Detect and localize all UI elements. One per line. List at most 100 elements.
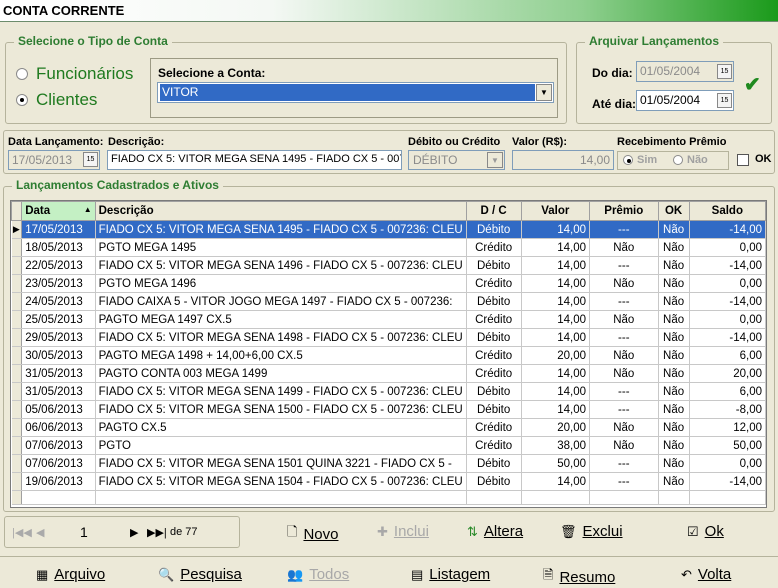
cell-premio: --- <box>589 292 659 311</box>
cell-descricao: PAGTO CONTA 003 MEGA 1499 <box>95 364 467 383</box>
table-row[interactable]: 29/05/2013 FIADO CX 5: VITOR MEGA SENA 14… <box>11 328 766 347</box>
chevron-down-icon[interactable]: ▼ <box>487 152 503 168</box>
volta-button[interactable]: ↶ Volta <box>681 566 731 583</box>
table-row[interactable]: 25/05/2013 PAGTO MEGA 1497 CX.5 Crédito 14,… <box>11 310 766 329</box>
last-record-icon[interactable]: ▶▶| <box>147 526 167 539</box>
cell-premio: --- <box>589 454 659 473</box>
table-row[interactable]: 18/05/2013 PGTO MEGA 1495 Crédito 14,00 Não N… <box>11 238 766 257</box>
pesquisa-button[interactable]: 🔍 Pesquisa <box>158 566 242 583</box>
row-indicator <box>11 256 23 275</box>
row-indicator <box>11 238 23 257</box>
confirm-check-icon[interactable]: ✔ <box>744 72 761 97</box>
cell-premio: --- <box>589 220 659 239</box>
row-indicator <box>11 310 23 329</box>
table-row[interactable]: 23/05/2013 PGTO MEGA 1496 Crédito 14,00 Não N… <box>11 274 766 293</box>
table-body: ▶ 17/05/2013 FIADO CX 5: VITOR MEGA SENA 1… <box>11 220 766 505</box>
table-row[interactable]: 31/05/2013 FIADO CX 5: VITOR MEGA SENA 14… <box>11 382 766 401</box>
cell-dc: Débito <box>466 256 522 275</box>
calendar-icon[interactable]: 15 <box>717 64 732 79</box>
cell-descricao: PAGTO MEGA 1497 CX.5 <box>95 310 467 329</box>
valor-field[interactable]: 14,00 <box>512 150 614 170</box>
todos-button[interactable]: 👥 Todos <box>287 566 349 583</box>
cell-dc: Débito <box>466 454 522 473</box>
descricao-field[interactable]: FIADO CX 5: VITOR MEGA SENA 1495 - FIADO… <box>107 150 402 170</box>
row-indicator <box>11 472 23 491</box>
table-row[interactable]: 22/05/2013 FIADO CX 5: VITOR MEGA SENA 14… <box>11 256 766 275</box>
header-premio[interactable]: Prêmio <box>589 201 659 221</box>
cell-ok: Não <box>658 436 690 455</box>
table-row[interactable]: 30/05/2013 PAGTO MEGA 1498 + 14,00+6,00 C… <box>11 346 766 365</box>
cell-data: 29/05/2013 <box>21 328 96 347</box>
arquivo-button[interactable]: ▦ Arquivo <box>36 566 105 583</box>
exclui-button[interactable]: 🗑 Exclui <box>560 523 623 540</box>
prev-record-icon[interactable]: ◀ <box>36 526 44 539</box>
row-indicator <box>11 346 23 365</box>
valor-label: Valor (R$): <box>512 136 568 148</box>
conta-select[interactable]: VITOR ▼ <box>157 82 554 103</box>
header-dc[interactable]: D / C <box>465 201 522 221</box>
search-icon: 🔍 <box>158 566 175 582</box>
ok-checkbox[interactable] <box>737 154 749 166</box>
radio-premio-nao[interactable]: Não <box>673 154 708 166</box>
cell-ok: Não <box>658 472 690 491</box>
cell-ok: Não <box>658 220 690 239</box>
table-row[interactable]: 24/05/2013 FIADO CAIXA 5 - VITOR JOGO MEG… <box>11 292 766 311</box>
table-row[interactable]: 07/06/2013 PGTO Crédito 38,00 Não Não 50,00 <box>11 436 766 455</box>
table-row[interactable]: 06/06/2013 PAGTO CX.5 Crédito 20,00 Não Não 12… <box>11 418 766 437</box>
row-indicator <box>11 292 23 311</box>
cell-premio: Não <box>589 418 659 437</box>
listagem-button[interactable]: ▤ Listagem <box>411 566 490 583</box>
cell-saldo: 0,00 <box>689 274 766 293</box>
cell-valor: 14,00 <box>521 274 591 293</box>
radio-label-nao: Não <box>687 154 708 166</box>
calendar-icon[interactable]: 15 <box>83 152 98 167</box>
cell-valor: 38,00 <box>521 436 591 455</box>
cell-ok: Não <box>658 274 690 293</box>
debito-credito-select[interactable]: DÉBITO ▼ <box>408 150 505 170</box>
cell-valor: 14,00 <box>521 364 591 383</box>
calendar-icon[interactable]: 15 <box>717 93 732 108</box>
row-indicator <box>11 436 23 455</box>
cell-data: 22/05/2013 <box>21 256 96 275</box>
radio-premio-sim[interactable]: Sim <box>623 154 657 166</box>
lancamentos-grid[interactable]: Data ▲ Descrição D / C Valor Prêmio OK Sa… <box>10 200 767 508</box>
altera-button[interactable]: ⇅ Altera <box>467 523 523 540</box>
table-row[interactable]: 05/06/2013 FIADO CX 5: VITOR MEGA SENA 15… <box>11 400 766 419</box>
cell-valor: 14,00 <box>521 220 591 239</box>
cell-data: 31/05/2013 <box>21 382 96 401</box>
radio-funcionarios[interactable]: Funcionários <box>16 64 133 84</box>
cell-valor: 20,00 <box>521 418 591 437</box>
debito-credito-value: DÉBITO <box>413 153 458 167</box>
ok-button[interactable]: ☑ Ok <box>687 523 724 540</box>
cell-ok: Não <box>658 310 690 329</box>
cell-ok: Não <box>658 400 690 419</box>
cell-ok: Não <box>658 346 690 365</box>
header-descricao[interactable]: Descrição <box>94 201 467 221</box>
header-data[interactable]: Data ▲ <box>21 201 96 221</box>
tipo-conta-legend: Selecione o Tipo de Conta <box>14 34 172 48</box>
cell-valor: 14,00 <box>521 328 591 347</box>
novo-button[interactable]: 🗋 Novo <box>287 523 338 545</box>
table-row[interactable]: 07/06/2013 FIADO CX 5: VITOR MEGA SENA 15… <box>11 454 766 473</box>
resumo-button[interactable]: 🗎 Resumo <box>543 566 615 588</box>
first-record-icon[interactable]: |◀◀ <box>12 526 32 539</box>
table-row[interactable]: 31/05/2013 PAGTO CONTA 003 MEGA 1499 Crédi… <box>11 364 766 383</box>
document-icon: 🗎 <box>543 567 554 582</box>
header-saldo[interactable]: Saldo <box>688 201 766 221</box>
table-row[interactable]: ▶ 17/05/2013 FIADO CX 5: VITOR MEGA SENA 1… <box>11 220 766 239</box>
header-ok[interactable]: OK <box>657 201 690 221</box>
cell-saldo: 20,00 <box>689 364 766 383</box>
page-number: 1 <box>80 524 88 540</box>
empty-row <box>11 490 766 505</box>
header-valor[interactable]: Valor <box>520 201 591 221</box>
inclui-button[interactable]: ✚ Inclui <box>377 523 429 540</box>
chevron-down-icon[interactable]: ▼ <box>536 84 552 101</box>
page-total: de 77 <box>170 526 198 538</box>
table-row[interactable]: 19/06/2013 FIADO CX 5: VITOR MEGA SENA 15… <box>11 472 766 491</box>
radio-clientes[interactable]: Clientes <box>16 90 97 110</box>
cell-descricao: FIADO CX 5: VITOR MEGA SENA 1504 - FIADO… <box>95 472 467 491</box>
next-record-icon[interactable]: ▶ <box>130 526 138 539</box>
cell-saldo: -14,00 <box>689 328 766 347</box>
users-icon: 👥 <box>287 566 304 582</box>
cell-dc: Crédito <box>466 364 522 383</box>
